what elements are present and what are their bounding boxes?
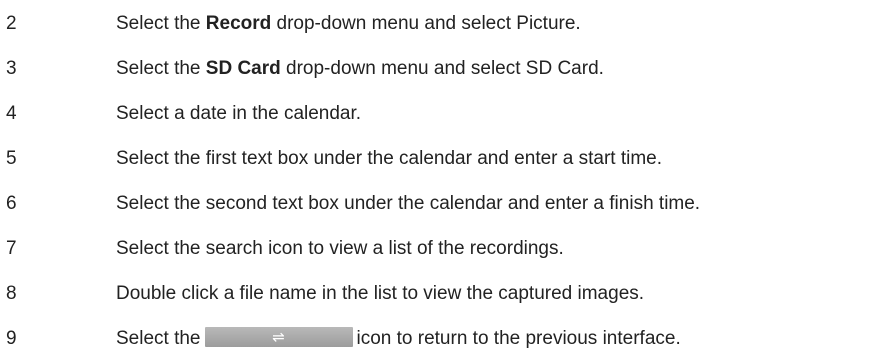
step-number: 7: [6, 238, 17, 259]
sd-card-menu-label: SD Card: [205, 58, 281, 79]
step-number: 8: [6, 283, 17, 304]
step-number: 6: [6, 193, 17, 214]
step-text: Select the second text box under the cal…: [116, 193, 701, 214]
step-text: Select a date in the calendar.: [116, 103, 362, 124]
step-text: Select the first text box under the cale…: [116, 148, 663, 169]
instruction-steps: 2 Select the Record drop-down menu and s…: [0, 0, 889, 363]
step-text-after: icon to return to the previous interface…: [356, 328, 681, 349]
step-text: Double click a file name in the list to …: [116, 283, 645, 304]
step-2: 2 Select the Record drop-down menu and s…: [0, 11, 889, 37]
step-text-before: Select the: [116, 328, 201, 349]
step-7: 7 Select the search icon to view a list …: [0, 236, 889, 262]
step-text-after: drop-down menu and select SD Card.: [280, 58, 604, 79]
step-text: Select the ⇌ icon to return to the previou…: [116, 326, 681, 352]
step-6: 6 Select the second text box under the c…: [0, 191, 889, 217]
step-8: 8 Double click a file name in the list t…: [0, 281, 889, 307]
step-number: 9: [6, 328, 17, 349]
step-9: 9 Select the ⇌ icon to return to the previ…: [0, 326, 889, 352]
step-5: 5 Select the first text box under the ca…: [0, 146, 889, 172]
swap-button-illustration: ⇌: [204, 327, 353, 348]
step-number: 2: [6, 13, 17, 34]
record-menu-label: Record: [205, 13, 272, 34]
step-3: 3 Select the SD Card drop-down menu and …: [0, 56, 889, 82]
step-text: Select the search icon to view a list of…: [116, 238, 564, 259]
step-text-after: drop-down menu and select Picture.: [271, 13, 581, 34]
step-text: Select the SD Card drop-down menu and se…: [116, 56, 604, 82]
step-number: 5: [6, 148, 17, 169]
step-4: 4 Select a date in the calendar.: [0, 101, 889, 127]
step-number: 4: [6, 103, 17, 124]
step-text-before: Select the: [116, 58, 206, 79]
step-number: 3: [6, 58, 17, 79]
step-text: Select the Record drop-down menu and sel…: [116, 11, 581, 37]
swap-arrows-icon: ⇌: [272, 328, 285, 347]
step-text-before: Select the: [116, 13, 206, 34]
